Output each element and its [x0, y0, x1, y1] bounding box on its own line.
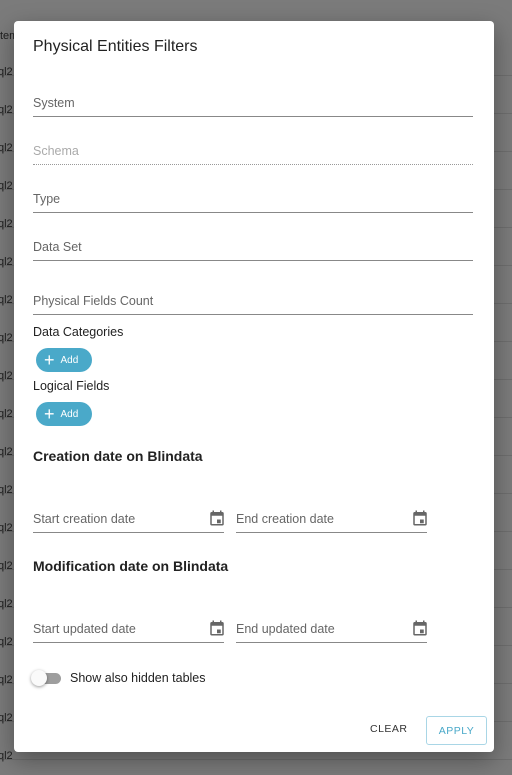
start-creation-date-field[interactable]: Start creation date — [33, 505, 224, 533]
start-updated-date-field[interactable]: Start updated date — [33, 615, 224, 643]
add-label: Add — [60, 408, 79, 420]
data-categories-label: Data Categories — [33, 325, 124, 339]
background-cell: ql2 — [0, 750, 13, 762]
data-set-field[interactable]: Data Set — [33, 233, 473, 261]
plus-icon: + — [44, 404, 55, 424]
modification-date-heading: Modification date on Blindata — [33, 558, 229, 574]
physical-fields-count-field[interactable]: Physical Fields Count — [33, 287, 473, 315]
start-updated-date-label: Start updated date — [33, 622, 136, 636]
end-updated-date-field[interactable]: End updated date — [236, 615, 427, 643]
add-data-category-button[interactable]: + Add — [36, 348, 92, 372]
add-logical-field-button[interactable]: + Add — [36, 402, 92, 426]
end-creation-date-field[interactable]: End creation date — [236, 505, 427, 533]
type-field[interactable]: Type — [33, 185, 473, 213]
filters-dialog: Physical Entities Filters System Schema … — [14, 21, 494, 752]
physical-fields-count-label: Physical Fields Count — [33, 294, 154, 308]
calendar-icon[interactable] — [411, 509, 429, 527]
apply-button[interactable]: APPLY — [426, 716, 487, 745]
calendar-icon[interactable] — [208, 619, 226, 637]
end-creation-date-label: End creation date — [236, 512, 334, 526]
plus-icon: + — [44, 350, 55, 370]
schema-field: Schema — [33, 137, 473, 165]
add-label: Add — [60, 354, 79, 366]
show-hidden-tables-label: Show also hidden tables — [70, 671, 206, 685]
calendar-icon[interactable] — [411, 619, 429, 637]
dialog-title: Physical Entities Filters — [33, 38, 198, 55]
system-label: System — [33, 96, 75, 110]
data-set-label: Data Set — [33, 240, 82, 254]
end-updated-date-label: End updated date — [236, 622, 335, 636]
clear-button[interactable]: CLEAR — [370, 723, 408, 735]
start-creation-date-label: Start creation date — [33, 512, 136, 526]
toggle-knob — [31, 670, 47, 686]
schema-label: Schema — [33, 144, 79, 158]
calendar-icon[interactable] — [208, 509, 226, 527]
show-hidden-tables-toggle[interactable] — [31, 670, 61, 686]
type-label: Type — [33, 192, 61, 206]
system-field[interactable]: System — [33, 89, 473, 117]
logical-fields-label: Logical Fields — [33, 379, 110, 393]
creation-date-heading: Creation date on Blindata — [33, 448, 203, 464]
